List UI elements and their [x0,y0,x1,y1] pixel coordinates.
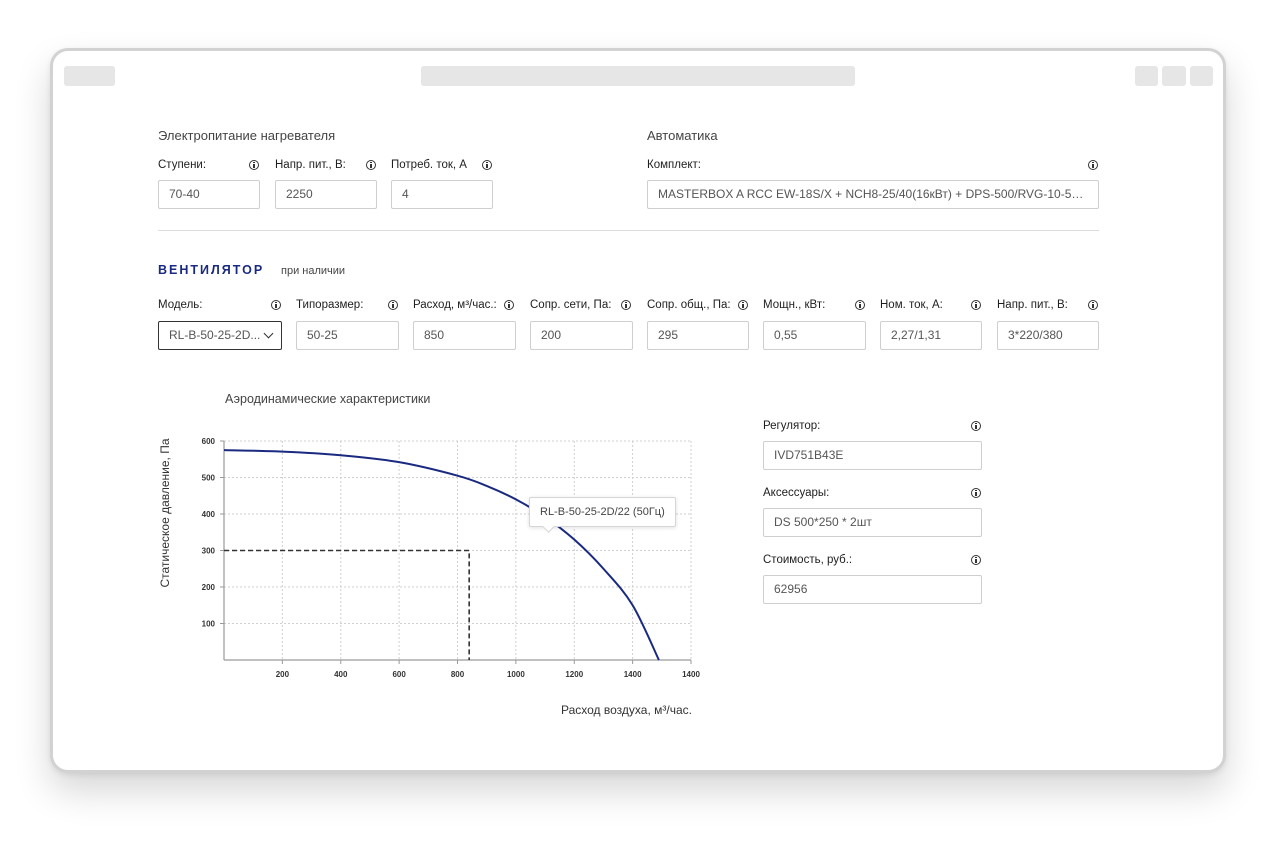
info-icon[interactable] [971,421,981,431]
kit-input[interactable]: MASTERBOX A RCC EW-18S/X + NCH8-25/40(16… [647,180,1099,209]
info-icon[interactable] [971,488,981,498]
power-label: Мощн., кВт: [763,299,826,311]
y-tick-label: 400 [202,510,216,519]
window-control-placeholder[interactable] [1190,66,1213,86]
fan-curve-line [223,449,660,661]
chevron-down-icon [263,328,274,339]
y-tick-label: 200 [202,583,216,592]
info-icon[interactable] [621,300,631,310]
series-tooltip: RL-B-50-25-2D/22 (50Гц) [529,497,676,527]
total-resistance-label: Сопр. общ., Па: [647,299,731,311]
info-icon[interactable] [482,160,492,170]
y-tick-label: 100 [202,620,216,629]
size-label: Типоразмер: [296,299,364,311]
rated-current-input[interactable]: 2,27/1,31 [880,321,982,350]
accessories-input[interactable]: DS 500*250 * 2шт [763,508,982,537]
regulator-label: Регулятор: [763,420,821,432]
fan-availability-note: при наличии [281,265,346,277]
info-icon[interactable] [971,555,981,565]
model-select-value: RL-B-50-25-2D... [169,328,261,342]
cost-label: Стоимость, руб.: [763,554,853,566]
x-tick-label: 400 [334,670,348,679]
x-tick-label: 1200 [565,670,583,679]
network-resistance-label: Сопр. сети, Па: [530,299,612,311]
chart-title: Аэродинамические характеристики [225,392,431,406]
window-tab-placeholder[interactable] [64,66,115,86]
size-input[interactable]: 50-25 [296,321,399,350]
y-tick-label: 300 [202,547,216,556]
x-tick-label: 200 [276,670,290,679]
automation-title: Автоматика [647,128,718,143]
rated-current-label: Ном. ток, А: [880,299,943,311]
cost-input[interactable]: 62956 [763,575,982,604]
x-tick-label: 1400 [624,670,642,679]
info-icon[interactable] [971,300,981,310]
info-icon[interactable] [1088,300,1098,310]
y-axis-label: Статическое давление, Па [158,438,172,588]
info-icon[interactable] [388,300,398,310]
fan-voltage-label: Напр. пит., В: [997,299,1068,311]
page-content: Электропитание нагревателя Ступени: 70-4… [0,0,1280,847]
heater-power-title: Электропитание нагревателя [158,128,336,143]
power-input[interactable]: 0,55 [763,321,866,350]
x-tick-label: 800 [451,670,465,679]
chart-marks [223,449,660,661]
info-icon[interactable] [504,300,514,310]
y-tick-label: 600 [202,437,216,446]
address-bar-placeholder[interactable] [421,66,855,86]
airflow-input[interactable]: 850 [413,321,516,350]
y-tick-label: 500 [202,474,216,483]
steps-input[interactable]: 70-40 [158,180,260,209]
info-icon[interactable] [366,160,376,170]
heater-voltage-input[interactable]: 2250 [275,180,377,209]
info-icon[interactable] [855,300,865,310]
regulator-input[interactable]: IVD751B43E [763,441,982,470]
section-divider [158,230,1099,231]
network-resistance-input[interactable]: 200 [530,321,633,350]
model-select[interactable]: RL-B-50-25-2D... [158,321,282,350]
steps-label: Ступени: [158,159,207,171]
model-label: Модель: [158,299,203,311]
info-icon[interactable] [249,160,259,170]
airflow-label: Расход, м³/час.: [413,299,497,311]
heater-current-input[interactable]: 4 [391,180,493,209]
info-icon[interactable] [738,300,748,310]
info-icon[interactable] [1088,160,1098,170]
kit-label: Комплект: [647,159,701,171]
operating-point-line [224,549,470,660]
fan-section-title: ВЕНТИЛЯТОР [158,263,265,277]
x-tick-label: 1000 [507,670,525,679]
window-control-placeholder[interactable] [1162,66,1186,86]
heater-voltage-label: Напр. пит., В: [275,159,346,171]
x-tick-label: 1400 [682,670,700,679]
accessories-label: Аксессуары: [763,487,830,499]
fan-voltage-input[interactable]: 3*220/380 [997,321,1099,350]
info-icon[interactable] [271,300,281,310]
total-resistance-input[interactable]: 295 [647,321,749,350]
x-tick-label: 600 [392,670,406,679]
window-control-placeholder[interactable] [1135,66,1158,86]
heater-current-label: Потреб. ток, А [391,159,467,171]
x-axis-label: Расход воздуха, м³/час. [561,703,692,717]
aerodynamic-chart: 200 400 600 800 1000 1200 1400 1400 100 200 300 400… [202,437,701,679]
